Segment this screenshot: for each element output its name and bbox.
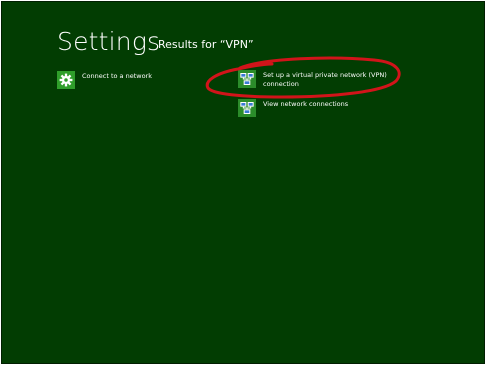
network-icon — [238, 99, 256, 117]
network-icon — [238, 70, 256, 88]
result-label: View network connections — [263, 100, 349, 108]
result-connect-to-network[interactable]: Connect to a network — [57, 71, 232, 89]
page-title: Settings — [57, 27, 161, 56]
gear-icon — [57, 71, 75, 89]
settings-search-screen: Settings Results for “VPN” Connect to a — [1, 1, 485, 364]
result-label: Set up a virtual private network (VPN) c… — [263, 71, 387, 88]
result-view-network-connections[interactable]: View network connections — [238, 99, 413, 117]
result-label: Connect to a network — [82, 72, 152, 80]
search-results-subtitle: Results for “VPN” — [158, 38, 254, 51]
result-setup-vpn-connection[interactable]: Set up a virtual private network (VPN) c… — [238, 70, 413, 89]
